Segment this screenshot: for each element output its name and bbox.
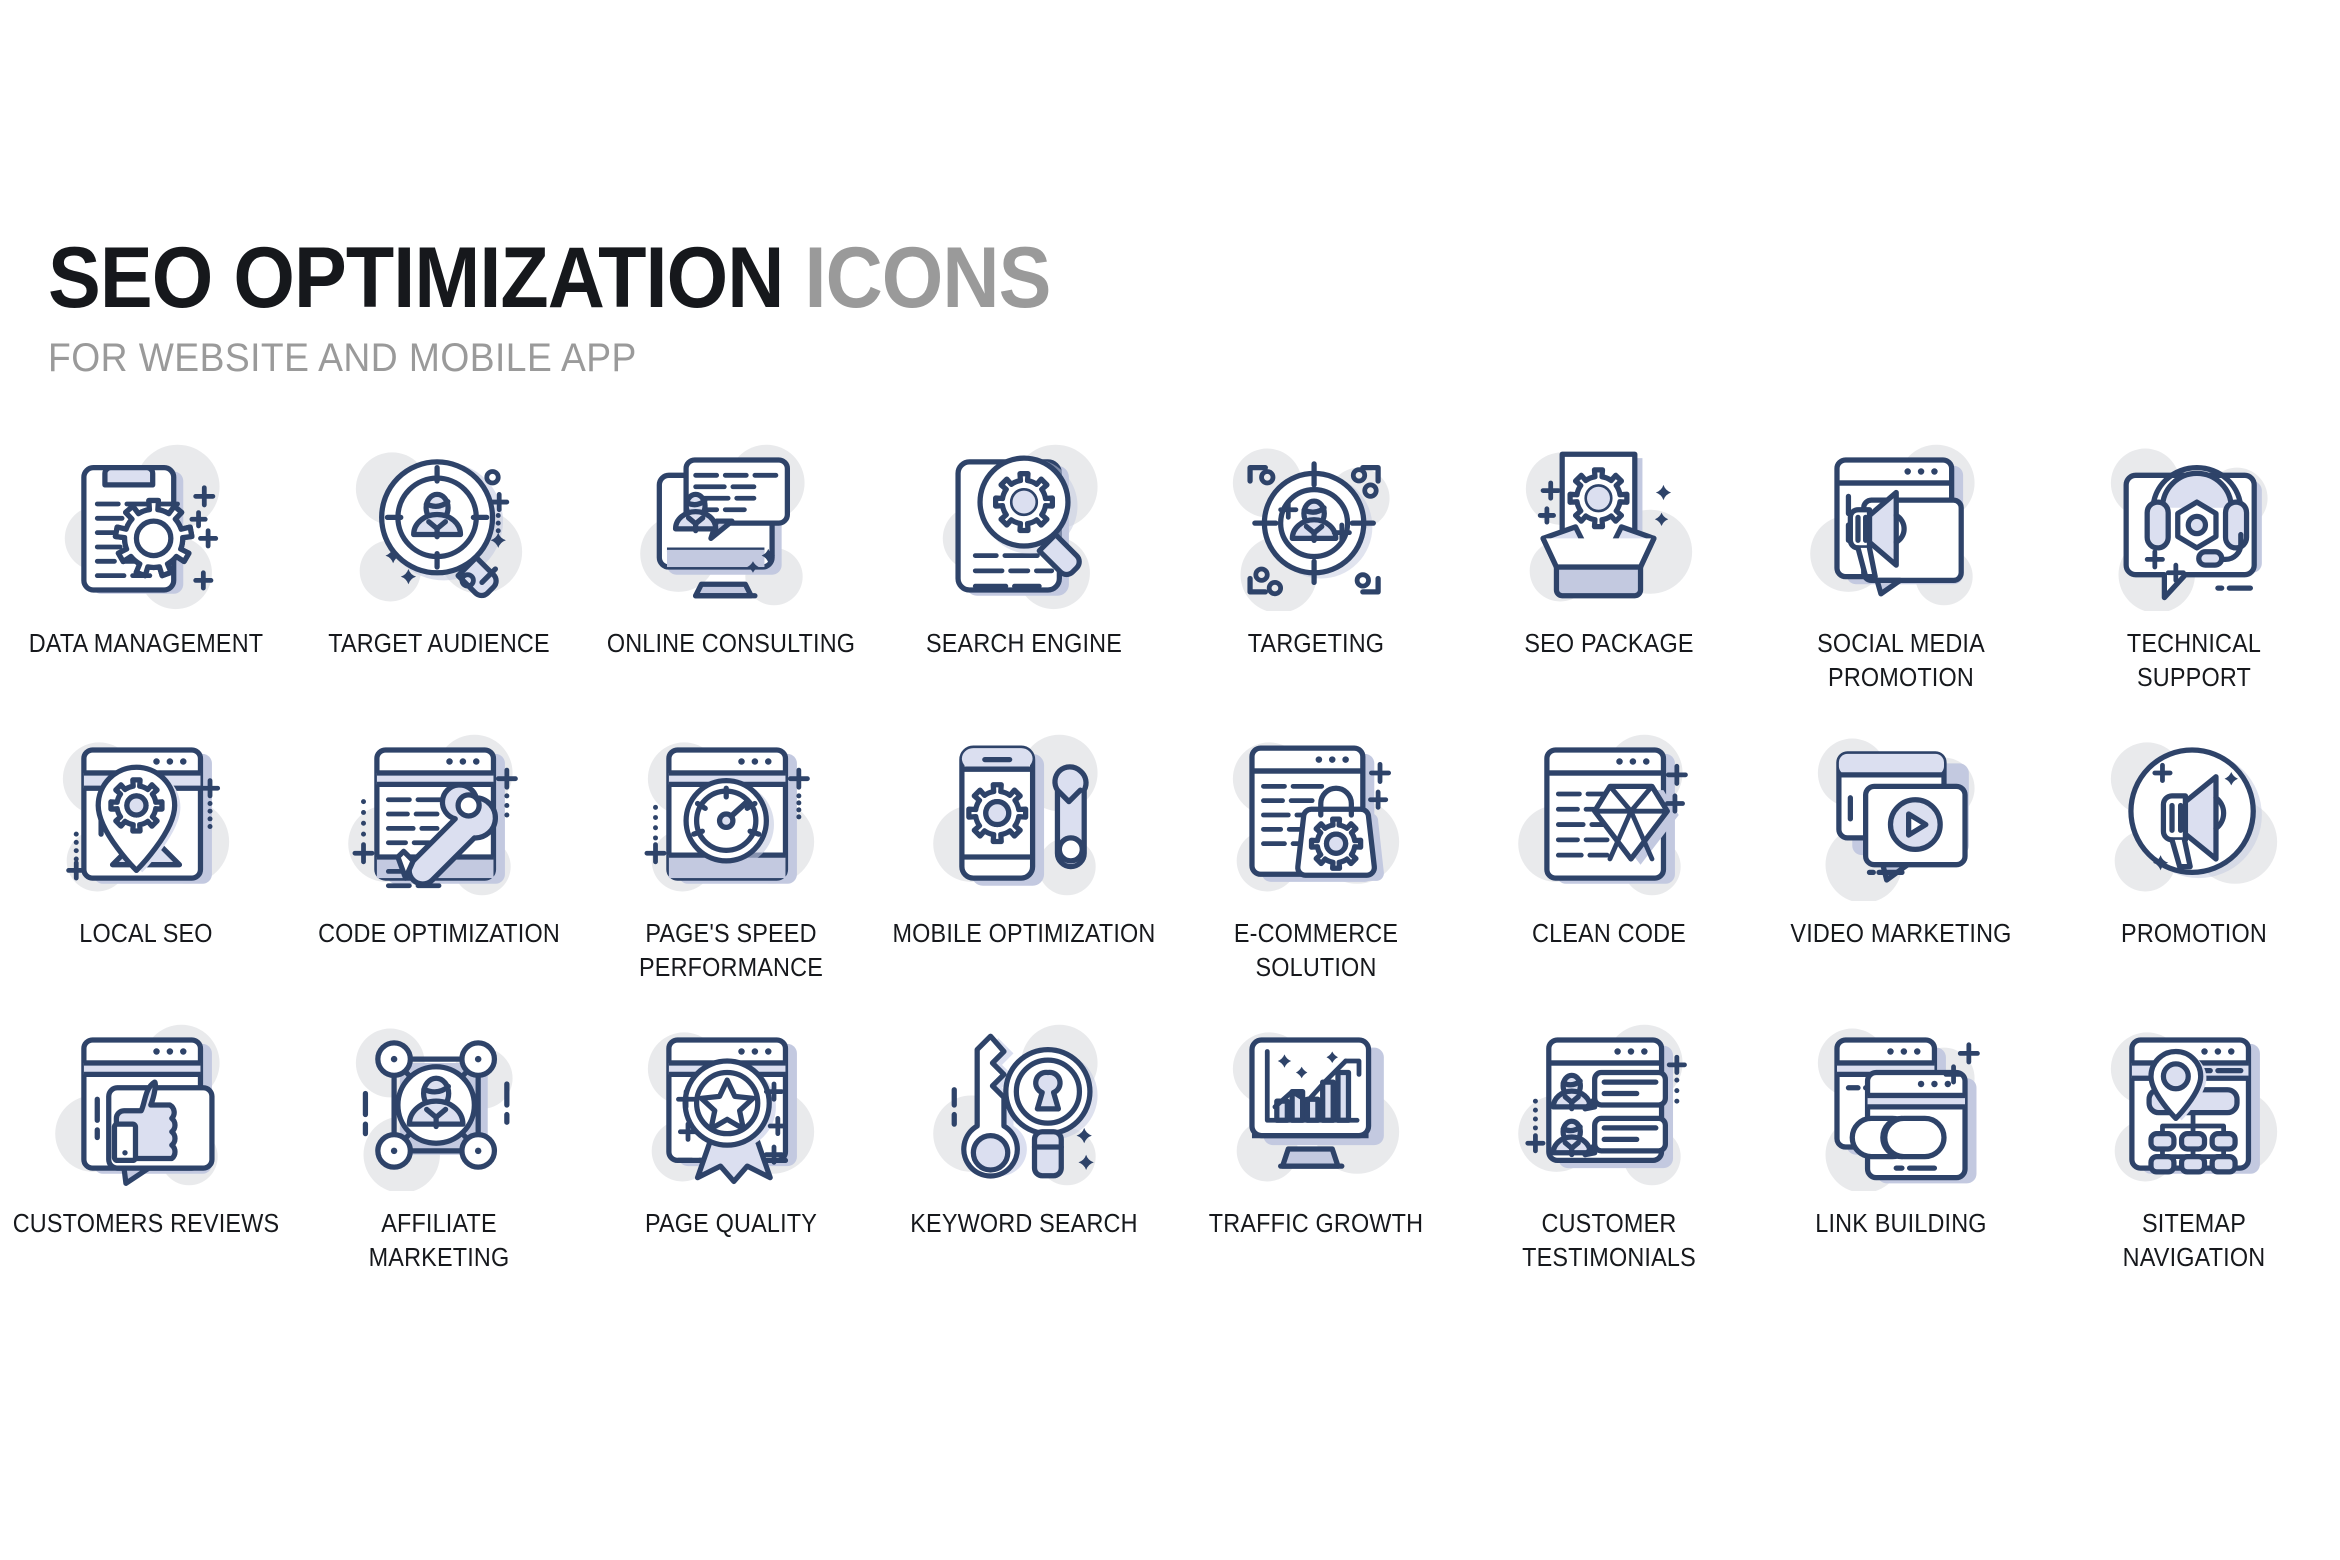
browser-award-star-icon[interactable] <box>621 1010 841 1200</box>
browser-map-pin-gear-icon[interactable] <box>36 720 256 910</box>
browsers-chain-link-icon[interactable] <box>1791 1010 2011 1200</box>
icon-cell-social-media-promotion[interactable]: SOCIAL MEDIA PROMOTION <box>1755 430 2048 720</box>
monitor-chat-person-icon[interactable] <box>621 430 841 620</box>
icon-label: TARGETING <box>1248 628 1385 658</box>
icon-label: E-COMMERCE SOLUTION <box>1234 918 1399 983</box>
icon-cell-local-seo[interactable]: LOCAL SEO <box>0 720 293 1010</box>
icon-cell-clean-code[interactable]: CLEAN CODE <box>1463 720 1756 1010</box>
browser-speedometer-icon[interactable] <box>621 720 841 910</box>
icon-cell-search-engine[interactable]: SEARCH ENGINE <box>878 430 1171 720</box>
key-magnifier-icon[interactable] <box>914 1010 1134 1200</box>
icon-label: KEYWORD SEARCH <box>910 1208 1138 1238</box>
icon-grid: DATA MANAGEMENT TARGET AUDIENCE ONLINE C… <box>0 430 2340 1300</box>
icon-cell-customer-testimonials[interactable]: CUSTOMER TESTIMONIALS <box>1463 1010 1756 1300</box>
icon-cell-technical-support[interactable]: TECHNICAL SUPPORT <box>2048 430 2340 720</box>
icon-label: CUSTOMER TESTIMONIALS <box>1521 1208 1696 1273</box>
monitor-play-icon[interactable] <box>1791 720 2011 910</box>
icon-cell-e-commerce-solution[interactable]: E-COMMERCE SOLUTION <box>1170 720 1463 1010</box>
circle-megaphone-icon[interactable] <box>2084 720 2304 910</box>
icon-cell-link-building[interactable]: LINK BUILDING <box>1755 1010 2048 1300</box>
icon-cell-keyword-search[interactable]: KEYWORD SEARCH <box>878 1010 1171 1300</box>
icon-label: ONLINE CONSULTING <box>607 628 856 658</box>
magnifier-person-icon[interactable] <box>329 430 549 620</box>
poster-header: SEO OPTIMIZATION ICONS FOR WEBSITE AND M… <box>48 235 1138 381</box>
icon-cell-target-audience[interactable]: TARGET AUDIENCE <box>293 430 586 720</box>
icon-label: CLEAN CODE <box>1531 918 1686 948</box>
icon-cell-sitemap-navigation[interactable]: SITEMAP NAVIGATION <box>2048 1010 2340 1300</box>
icon-cell-code-optimization[interactable]: CODE OPTIMIZATION <box>293 720 586 1010</box>
icon-cell-online-consulting[interactable]: ONLINE CONSULTING <box>585 430 878 720</box>
page-subtitle: FOR WEBSITE AND MOBILE APP <box>48 335 637 380</box>
icon-cell-mobile-optimization[interactable]: MOBILE OPTIMIZATION <box>878 720 1171 1010</box>
icon-cell-customers-reviews[interactable]: CUSTOMERS REVIEWS <box>0 1010 293 1300</box>
icon-label: AFFILIATE MARKETING <box>368 1208 510 1273</box>
icon-cell-promotion[interactable]: PROMOTION <box>2048 720 2340 1010</box>
title-main: SEO OPTIMIZATION <box>48 230 784 326</box>
title-accent: ICONS <box>804 230 1052 326</box>
icon-cell-data-management[interactable]: DATA MANAGEMENT <box>0 430 293 720</box>
open-box-gear-icon[interactable] <box>1499 430 1719 620</box>
browser-thumbs-up-icon[interactable] <box>36 1010 256 1200</box>
icon-label: SEO PACKAGE <box>1524 628 1694 658</box>
browser-diamond-icon[interactable] <box>1499 720 1719 910</box>
icon-label: TRAFFIC GROWTH <box>1209 1208 1424 1238</box>
icon-label: SEARCH ENGINE <box>925 628 1122 658</box>
icon-label: LINK BUILDING <box>1815 1208 1987 1238</box>
icon-cell-seo-package[interactable]: SEO PACKAGE <box>1463 430 1756 720</box>
icon-cell-page-quality[interactable]: PAGE QUALITY <box>585 1010 878 1300</box>
icon-label: VIDEO MARKETING <box>1790 918 2012 948</box>
crosshair-person-icon[interactable] <box>1206 430 1426 620</box>
icon-label: PROMOTION <box>2120 918 2267 948</box>
icon-label: TECHNICAL SUPPORT <box>2126 628 2261 693</box>
browser-sitemap-pin-icon[interactable] <box>2084 1010 2304 1200</box>
icon-label: SOCIAL MEDIA PROMOTION <box>1817 628 1986 693</box>
icon-cell-targeting[interactable]: TARGETING <box>1170 430 1463 720</box>
clipboard-gear-icon[interactable] <box>36 430 256 620</box>
icon-label: CODE OPTIMIZATION <box>317 918 560 948</box>
icon-set-poster: SEO OPTIMIZATION ICONS FOR WEBSITE AND M… <box>0 0 2340 1560</box>
headset-chat-icon[interactable] <box>2084 430 2304 620</box>
browser-shopping-bag-gear-icon[interactable] <box>1206 720 1426 910</box>
icon-label: PAGE QUALITY <box>645 1208 818 1238</box>
browser-megaphone-icon[interactable] <box>1791 430 2011 620</box>
icon-cell-pages-speed-performance[interactable]: PAGE'S SPEED PERFORMANCE <box>585 720 878 1010</box>
icon-label: TARGET AUDIENCE <box>327 628 550 658</box>
icon-cell-video-marketing[interactable]: VIDEO MARKETING <box>1755 720 2048 1010</box>
page-title: SEO OPTIMIZATION ICONS <box>48 235 1051 321</box>
browser-wrench-icon[interactable] <box>329 720 549 910</box>
magnifier-gear-document-icon[interactable] <box>914 430 1134 620</box>
monitor-growth-chart-icon[interactable] <box>1206 1010 1426 1200</box>
icon-label: SITEMAP NAVIGATION <box>2122 1208 2266 1273</box>
icon-label: CUSTOMERS REVIEWS <box>12 1208 280 1238</box>
icon-label: PAGE'S SPEED PERFORMANCE <box>639 918 824 983</box>
icon-cell-traffic-growth[interactable]: TRAFFIC GROWTH <box>1170 1010 1463 1300</box>
icon-cell-affiliate-marketing[interactable]: AFFILIATE MARKETING <box>293 1010 586 1300</box>
two-person-chat-icon[interactable] <box>1499 1010 1719 1200</box>
icon-label: LOCAL SEO <box>79 918 213 948</box>
icon-label: DATA MANAGEMENT <box>28 628 264 658</box>
icon-label: MOBILE OPTIMIZATION <box>892 918 1156 948</box>
phone-gear-wrench-icon[interactable] <box>914 720 1134 910</box>
network-person-icon[interactable] <box>329 1010 549 1200</box>
